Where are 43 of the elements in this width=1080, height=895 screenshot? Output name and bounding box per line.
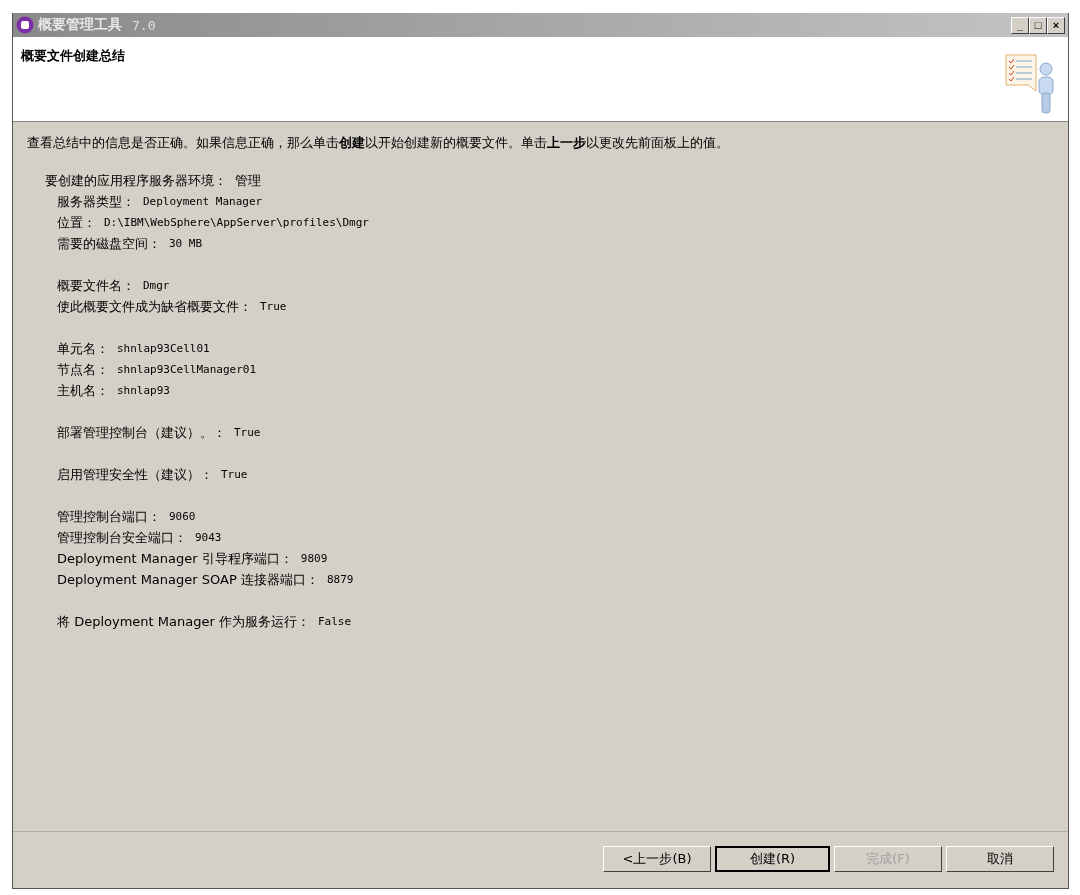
- summary-value: 30 MB: [169, 237, 203, 250]
- summary-label: Deployment Manager 引导程序端口：: [57, 549, 293, 568]
- summary-label: 将 Deployment Manager 作为服务运行：: [57, 612, 310, 631]
- summary-label: 单元名：: [57, 339, 109, 358]
- maximize-button[interactable]: □: [1029, 16, 1047, 34]
- summary-value: 9060: [169, 510, 196, 523]
- summary-label: 位置：: [57, 213, 96, 232]
- summary-value: shnlap93: [117, 384, 170, 397]
- window-title: 概要管理工具: [38, 16, 122, 34]
- close-button[interactable]: ×: [1047, 16, 1065, 34]
- summary-value: True: [260, 300, 287, 313]
- summary-value: Dmgr: [143, 279, 170, 292]
- summary-label: 服务器类型：: [57, 192, 135, 211]
- cancel-button[interactable]: 取消: [946, 846, 1054, 872]
- summary-label: 概要文件名：: [57, 276, 135, 295]
- instruction-text: 查看总结中的信息是否正确。如果信息正确，那么单击创建以开始创建新的概要文件。单击上一步以更改先前面板上的值。: [27, 134, 730, 152]
- summary-value: shnlap93Cell01: [117, 342, 210, 355]
- minimize-button[interactable]: _: [1011, 16, 1029, 34]
- summary-value: False: [317, 615, 352, 628]
- summary-value: 8879: [326, 573, 354, 586]
- summary-label: 需要的磁盘空间：: [57, 234, 161, 253]
- app-icon: [16, 16, 34, 34]
- version-label: 7.0: [132, 17, 156, 33]
- summary-value: 9043: [195, 531, 222, 544]
- summary-label: 节点名：: [57, 360, 109, 379]
- summary-label: 启用管理安全性（建议）：: [57, 465, 213, 484]
- page-title: 概要文件创建总结: [21, 47, 125, 65]
- summary-value: 9809: [300, 552, 328, 565]
- summary-label: 使此概要文件成为缺省概要文件：: [57, 297, 252, 316]
- summary-label: 主机名：: [57, 381, 109, 400]
- summary-label: 管理控制台端口：: [57, 507, 161, 526]
- back-button[interactable]: <上一步(B): [603, 846, 711, 872]
- summary-label: 要创建的应用程序服务器环境：: [45, 171, 227, 190]
- summary-label: 管理控制台安全端口：: [57, 528, 187, 547]
- summary-value: 管理: [235, 171, 261, 190]
- summary-value: Deployment Manager: [143, 195, 263, 208]
- summary-label: Deployment Manager SOAP 连接器端口：: [57, 570, 319, 589]
- summary-label: 部署管理控制台（建议）。：: [57, 423, 226, 442]
- summary-value: True: [221, 468, 248, 481]
- summary-value: D:\IBM\WebSphere\AppServer\profiles\Dmgr: [104, 216, 369, 229]
- create-button[interactable]: 创建(R): [715, 846, 830, 872]
- summary-value: shnlap93CellManager01: [117, 363, 257, 376]
- summary-value: True: [234, 426, 261, 439]
